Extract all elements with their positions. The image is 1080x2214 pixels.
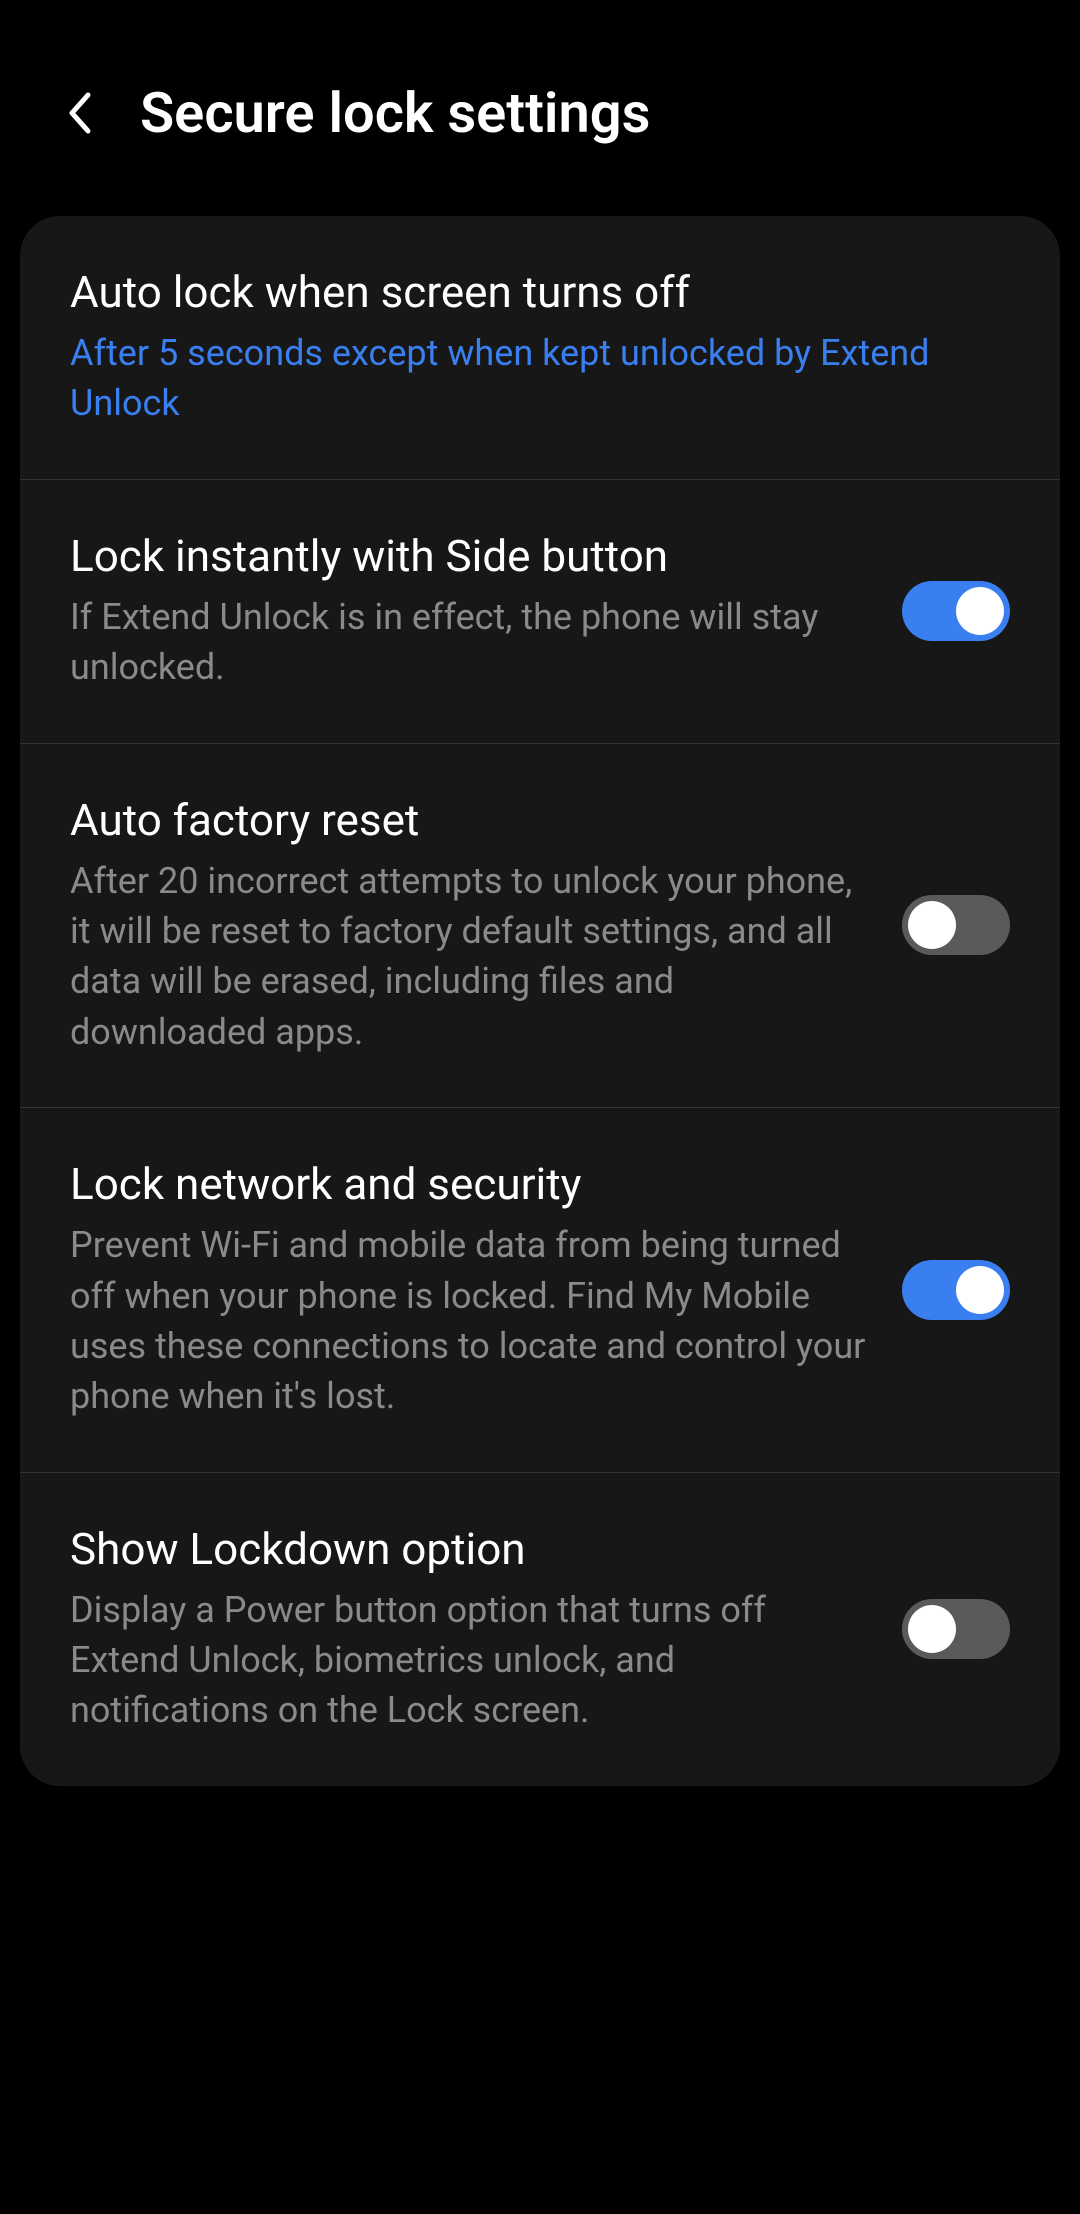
chevron-left-icon [66, 91, 94, 135]
setting-title: Show Lockdown option [70, 1523, 872, 1575]
setting-auto-factory-reset[interactable]: Auto factory reset After 20 incorrect at… [20, 744, 1060, 1109]
settings-panel: Auto lock when screen turns off After 5 … [20, 216, 1060, 1786]
setting-auto-lock[interactable]: Auto lock when screen turns off After 5 … [20, 216, 1060, 480]
back-button[interactable] [60, 93, 100, 133]
header: Secure lock settings [0, 0, 1080, 196]
setting-lock-network[interactable]: Lock network and security Prevent Wi-Fi … [20, 1108, 1060, 1473]
toggle-lock-network[interactable] [902, 1260, 1010, 1320]
setting-title: Auto factory reset [70, 794, 872, 846]
setting-text: Show Lockdown option Display a Power but… [70, 1523, 902, 1736]
setting-subtitle: After 20 incorrect attempts to unlock yo… [70, 856, 872, 1058]
setting-subtitle: Prevent Wi-Fi and mobile data from being… [70, 1220, 872, 1422]
toggle-lock-instantly[interactable] [902, 581, 1010, 641]
toggle-knob [908, 1605, 956, 1653]
toggle-knob [956, 1266, 1004, 1314]
setting-text: Lock instantly with Side button If Exten… [70, 530, 902, 693]
setting-title: Lock network and security [70, 1158, 872, 1210]
setting-lock-instantly[interactable]: Lock instantly with Side button If Exten… [20, 480, 1060, 744]
setting-show-lockdown[interactable]: Show Lockdown option Display a Power but… [20, 1473, 1060, 1786]
setting-subtitle: After 5 seconds except when kept unlocke… [70, 328, 980, 429]
setting-text: Lock network and security Prevent Wi-Fi … [70, 1158, 902, 1422]
setting-text: Auto factory reset After 20 incorrect at… [70, 794, 902, 1058]
setting-title: Lock instantly with Side button [70, 530, 872, 582]
setting-text: Auto lock when screen turns off After 5 … [70, 266, 1010, 429]
toggle-auto-factory-reset[interactable] [902, 895, 1010, 955]
setting-subtitle: If Extend Unlock is in effect, the phone… [70, 592, 872, 693]
setting-subtitle: Display a Power button option that turns… [70, 1585, 872, 1736]
toggle-knob [908, 901, 956, 949]
setting-title: Auto lock when screen turns off [70, 266, 980, 318]
toggle-show-lockdown[interactable] [902, 1599, 1010, 1659]
toggle-knob [956, 587, 1004, 635]
page-title: Secure lock settings [140, 80, 650, 146]
